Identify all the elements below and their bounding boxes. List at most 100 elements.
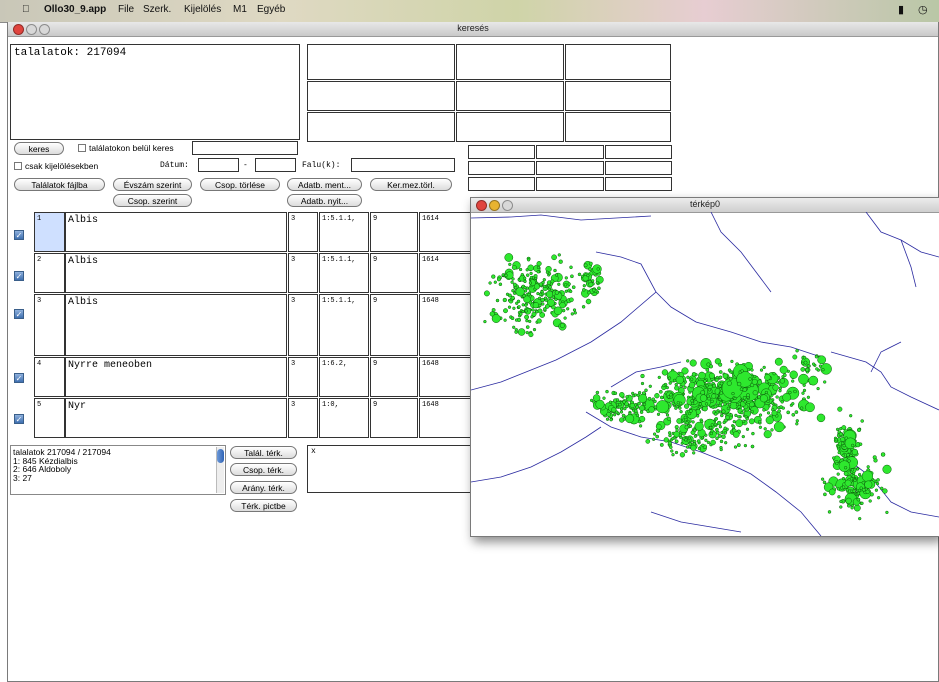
row-col1[interactable]: 3: [288, 212, 318, 252]
list-item[interactable]: 3: 27: [13, 473, 223, 483]
row-text[interactable]: Albis: [65, 212, 287, 252]
map-point: [642, 402, 647, 407]
search-field[interactable]: [192, 141, 298, 155]
search-button[interactable]: keres: [14, 142, 64, 155]
row-text[interactable]: Albis: [65, 253, 287, 293]
small-grid-cell[interactable]: [536, 177, 604, 191]
row-col4[interactable]: 1648: [419, 294, 471, 356]
delete-group-button[interactable]: Csop. törlése: [200, 178, 280, 191]
row-col1[interactable]: 3: [288, 398, 318, 438]
small-grid-cell[interactable]: [468, 145, 535, 159]
village-field[interactable]: [351, 158, 455, 172]
row-col4[interactable]: 1614: [419, 212, 471, 252]
apple-menu-icon[interactable]: : [22, 4, 30, 15]
row-number[interactable]: 3: [34, 294, 65, 356]
row-col2[interactable]: 1:5.1.1,: [319, 294, 369, 356]
grid-cell[interactable]: [456, 112, 564, 142]
map-point: [542, 284, 547, 289]
date-to-field[interactable]: [255, 158, 296, 172]
row-checkbox[interactable]: ✓: [14, 414, 24, 424]
row-col2[interactable]: 1:5.1.1,: [319, 212, 369, 252]
row-checkbox[interactable]: ✓: [14, 373, 24, 383]
map-point: [731, 391, 735, 396]
map-to-pict-button[interactable]: Térk. pictbe: [230, 499, 297, 512]
by-year-button[interactable]: Évszám szerint: [113, 178, 192, 191]
row-checkbox[interactable]: ✓: [14, 309, 24, 319]
row-text[interactable]: Nyrre meneoben: [65, 357, 287, 397]
small-grid-cell[interactable]: [536, 145, 604, 159]
map-point: [596, 267, 600, 271]
group-map-button[interactable]: Csop. térk.: [230, 463, 297, 476]
row-col3[interactable]: 9: [370, 212, 418, 252]
menu-m1[interactable]: M1: [233, 4, 247, 15]
map-point: [726, 406, 731, 410]
row-col2[interactable]: 1:0,: [319, 398, 369, 438]
map-point: [591, 279, 595, 283]
row-col1[interactable]: 3: [288, 294, 318, 356]
by-group-button[interactable]: Csop. szerint: [113, 194, 192, 207]
menu-file[interactable]: File: [118, 4, 134, 15]
row-col2[interactable]: 1:6.2,: [319, 357, 369, 397]
small-grid-cell[interactable]: [468, 161, 535, 175]
row-number[interactable]: 4: [34, 357, 65, 397]
menu-kijeloles[interactable]: Kijelölés: [184, 4, 221, 15]
row-number[interactable]: 2: [34, 253, 65, 293]
row-col3[interactable]: 9: [370, 294, 418, 356]
row-col4[interactable]: 1648: [419, 398, 471, 438]
grid-cell[interactable]: [565, 112, 671, 142]
grid-cell[interactable]: [456, 44, 564, 80]
results-text-area[interactable]: talalatok: 217094: [10, 44, 300, 140]
list-item[interactable]: 2: 646 Aldoboly: [13, 465, 223, 474]
small-grid-cell[interactable]: [468, 177, 535, 191]
menu-szerk[interactable]: Szerk.: [143, 4, 171, 15]
only-selections-checkbox[interactable]: [14, 162, 22, 170]
row-col3[interactable]: 9: [370, 253, 418, 293]
row-col3[interactable]: 9: [370, 357, 418, 397]
row-col4[interactable]: 1648: [419, 357, 471, 397]
map-point: [523, 285, 527, 290]
small-grid-cell[interactable]: [605, 145, 672, 159]
date-from-field[interactable]: [198, 158, 239, 172]
open-database-button[interactable]: Adatb. nyit...: [287, 194, 362, 207]
results-to-file-button[interactable]: Találatok fájlba: [14, 178, 105, 191]
grid-cell[interactable]: [565, 44, 671, 80]
row-text[interactable]: Albis: [65, 294, 287, 356]
list-scrollbar[interactable]: [216, 447, 224, 493]
map-point: [693, 434, 698, 438]
row-text[interactable]: Nyr: [65, 398, 287, 438]
app-name-menu[interactable]: Ollo30_9.app: [44, 4, 106, 15]
row-checkbox[interactable]: ✓: [14, 230, 24, 240]
search-within-results-checkbox[interactable]: [78, 144, 86, 152]
row-number[interactable]: 5: [34, 398, 65, 438]
map-point: [665, 385, 669, 390]
grid-cell[interactable]: [456, 81, 564, 111]
row-col2[interactable]: 1:5.1.1,: [319, 253, 369, 293]
row-col1[interactable]: 3: [288, 357, 318, 397]
x-text-area[interactable]: x: [307, 445, 473, 493]
row-col4[interactable]: 1614: [419, 253, 471, 293]
small-grid-cell[interactable]: [536, 161, 604, 175]
small-grid-cell[interactable]: [605, 177, 672, 191]
clear-search-fields-button[interactable]: Ker.mez.törl.: [370, 178, 452, 191]
map-point: [638, 393, 648, 403]
grid-cell[interactable]: [307, 81, 455, 111]
map-point: [524, 309, 528, 313]
results-map-button[interactable]: Talál. térk.: [230, 446, 297, 459]
battery-icon[interactable]: ▮: [898, 3, 904, 16]
clock-icon[interactable]: ◷: [918, 3, 928, 16]
row-number[interactable]: 1: [34, 212, 65, 252]
results-list[interactable]: talalatok 217094 / 217094 1: 845 Kézdial…: [10, 445, 226, 495]
scroll-thumb[interactable]: [217, 449, 224, 463]
row-col1[interactable]: 3: [288, 253, 318, 293]
menu-egyeb[interactable]: Egyéb: [257, 4, 285, 15]
row-checkbox[interactable]: ✓: [14, 271, 24, 281]
save-database-button[interactable]: Adatb. ment...: [287, 178, 362, 191]
grid-cell[interactable]: [307, 112, 455, 142]
grid-cell[interactable]: [565, 81, 671, 111]
ratio-map-button[interactable]: Arány. térk.: [230, 481, 297, 494]
small-grid-cell[interactable]: [605, 161, 672, 175]
row-col3[interactable]: 9: [370, 398, 418, 438]
grid-cell[interactable]: [307, 44, 455, 80]
map-canvas[interactable]: [471, 212, 939, 536]
map-point: [561, 308, 566, 313]
